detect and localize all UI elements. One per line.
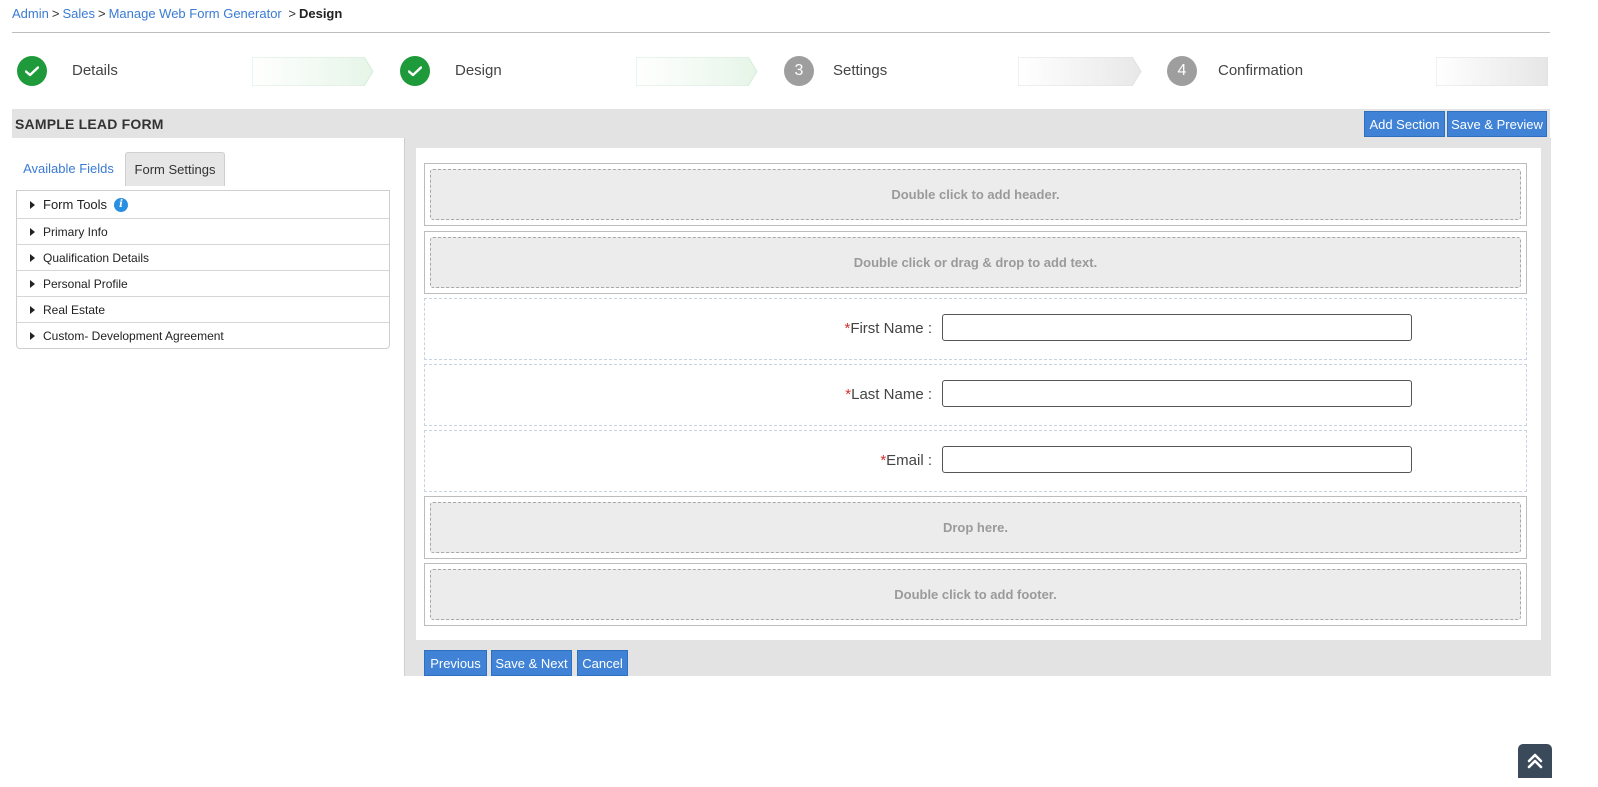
last-name-input[interactable] [942, 380, 1412, 407]
caret-right-icon [30, 227, 35, 236]
step-number-badge: 3 [784, 56, 814, 86]
wizard-arrow-4 [1436, 57, 1548, 86]
wizard-steps: Details Design 3 Settings 4 Confirmation [0, 46, 1560, 98]
wizard-step-label: Design [455, 62, 502, 79]
accordion-item-real-estate[interactable]: Real Estate [17, 297, 389, 323]
check-icon [400, 56, 430, 86]
field-row-last-name[interactable]: *Last Name : [424, 364, 1527, 426]
step-number-badge: 4 [1167, 56, 1197, 86]
text-dropzone[interactable]: Double click or drag & drop to add text. [430, 237, 1521, 288]
breadcrumb-separator: > [288, 6, 296, 21]
wizard-arrow-1 [252, 57, 374, 86]
add-section-button[interactable]: Add Section [1364, 111, 1445, 137]
field-label-text: Email : [886, 452, 932, 469]
tab-available-fields[interactable]: Available Fields [16, 152, 121, 185]
breadcrumb-sales[interactable]: Sales [62, 6, 95, 21]
field-row-first-name[interactable]: *First Name : [424, 298, 1527, 360]
scroll-to-top-button[interactable] [1518, 744, 1552, 778]
accordion-item-primary-info[interactable]: Primary Info [17, 219, 389, 245]
field-label: *First Name : [844, 320, 932, 337]
field-label: *Email : [880, 452, 932, 469]
breadcrumb-separator: > [97, 6, 106, 21]
wizard-step-label: Settings [833, 62, 888, 79]
caret-right-icon [30, 279, 35, 288]
accordion-item-form-tools[interactable]: Form Tools i [17, 191, 389, 219]
tab-form-settings[interactable]: Form Settings [125, 152, 225, 186]
wizard-arrow-2 [636, 57, 758, 86]
caret-right-icon [30, 253, 35, 262]
accordion-label: Qualification Details [43, 250, 150, 265]
field-dropzone[interactable]: Drop here. [430, 502, 1521, 553]
cancel-button[interactable]: Cancel [577, 650, 628, 676]
caret-right-icon [30, 331, 35, 340]
double-chevron-up-icon [1527, 753, 1543, 769]
field-label-text: First Name : [850, 320, 932, 337]
email-input[interactable] [942, 446, 1412, 473]
field-label: *Last Name : [845, 386, 932, 403]
breadcrumb-current: Design [298, 6, 343, 21]
form-title: SAMPLE LEAD FORM [15, 116, 164, 132]
field-row-email[interactable]: *Email : [424, 430, 1527, 492]
wizard-step-label: Confirmation [1218, 62, 1304, 79]
header-dropzone[interactable]: Double click to add header. [430, 169, 1521, 220]
form-title-bar: SAMPLE LEAD FORM Add Section Save & Prev… [12, 109, 1550, 138]
footer-section: Double click to add footer. [424, 563, 1527, 626]
text-section: Double click or drag & drop to add text. [424, 231, 1527, 294]
accordion-label: Custom- Development Agreement [43, 328, 224, 343]
caret-right-icon [30, 200, 35, 209]
caret-right-icon [30, 305, 35, 314]
accordion-label: Primary Info [43, 224, 108, 239]
wizard-step-label: Details [72, 62, 118, 79]
form-design-canvas: Double click to add header. Double click… [404, 138, 1551, 676]
wizard-arrow-3 [1018, 57, 1142, 86]
accordion-label: Form Tools [43, 197, 108, 212]
accordion-item-custom-development-agreement[interactable]: Custom- Development Agreement [17, 323, 389, 348]
accordion-label: Personal Profile [43, 276, 128, 291]
form-preview: Double click to add header. Double click… [416, 148, 1541, 640]
save-next-button[interactable]: Save & Next [491, 650, 572, 676]
save-preview-button[interactable]: Save & Preview [1447, 111, 1547, 137]
breadcrumb: Admin > Sales > Manage Web Form Generator > D… [12, 6, 342, 21]
breadcrumb-admin[interactable]: Admin [12, 6, 49, 21]
previous-button[interactable]: Previous [424, 650, 487, 676]
breadcrumb-divider [12, 32, 1550, 33]
info-icon[interactable]: i [114, 197, 129, 212]
field-label-text: Last Name : [851, 386, 932, 403]
drop-section: Drop here. [424, 496, 1527, 559]
accordion-item-qualification-details[interactable]: Qualification Details [17, 245, 389, 271]
footer-dropzone[interactable]: Double click to add footer. [430, 569, 1521, 620]
breadcrumb-separator: > [51, 6, 60, 21]
accordion-item-personal-profile[interactable]: Personal Profile [17, 271, 389, 297]
first-name-input[interactable] [942, 314, 1412, 341]
check-icon [17, 56, 47, 86]
header-section: Double click to add header. [424, 163, 1527, 226]
accordion-label: Real Estate [43, 302, 106, 317]
fields-panel: Available Fields Form Settings Form Tool… [12, 140, 404, 680]
fields-accordion: Form Tools i Primary Info Qualification … [16, 190, 390, 349]
breadcrumb-web-form-generator[interactable]: Manage Web Form Generator [109, 6, 282, 21]
